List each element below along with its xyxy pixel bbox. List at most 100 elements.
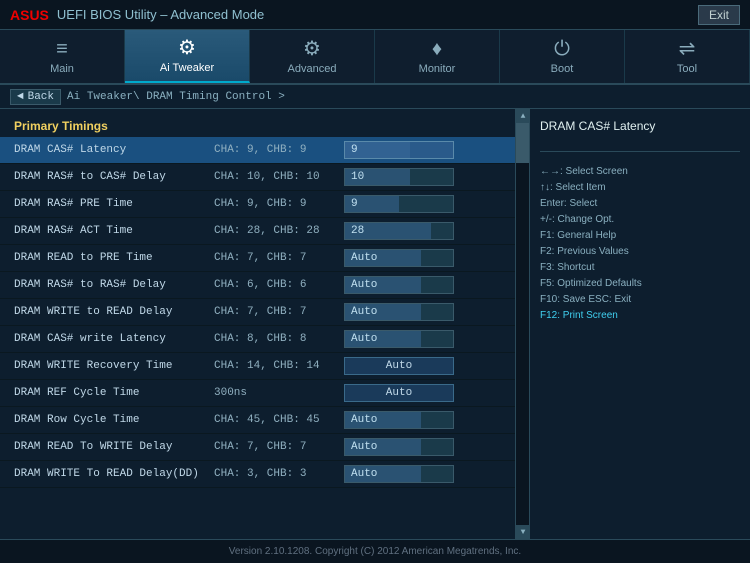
timing-cha: CHA: 3, CHB: 3	[214, 468, 344, 480]
scroll-thumb[interactable]	[516, 123, 529, 163]
table-row[interactable]: DRAM WRITE Recovery Time CHA: 14, CHB: 1…	[0, 353, 529, 380]
header-logo: ASUS UEFI BIOS Utility – Advanced Mode	[10, 7, 264, 23]
nav-tab-ai-tweaker[interactable]: ⚙ Ai Tweaker	[125, 30, 250, 83]
value-button[interactable]: Auto	[344, 357, 454, 375]
header-title: UEFI BIOS Utility – Advanced Mode	[57, 7, 264, 22]
value-bar: Auto	[344, 411, 454, 429]
left-panel: Primary Timings DRAM CAS# Latency CHA: 9…	[0, 109, 530, 539]
table-row[interactable]: DRAM READ to PRE Time CHA: 7, CHB: 7 Aut…	[0, 245, 529, 272]
scrollbar[interactable]: ▲ ▼	[515, 109, 529, 539]
nav-tab-label-ai-tweaker: Ai Tweaker	[160, 62, 214, 74]
timing-name: DRAM REF Cycle Time	[14, 387, 214, 399]
back-button[interactable]: ◄ Back	[10, 89, 61, 105]
timing-cha: CHA: 28, CHB: 28	[214, 225, 344, 237]
timing-cha: 300ns	[214, 387, 344, 399]
value-text: Auto	[351, 279, 377, 291]
table-row[interactable]: DRAM CAS# Latency CHA: 9, CHB: 9 9	[0, 137, 529, 164]
timing-name: DRAM CAS# write Latency	[14, 333, 214, 345]
help-item: F10: Save ESC: Exit	[540, 292, 740, 308]
nav-tab-main[interactable]: ≡ Main	[0, 30, 125, 83]
nav-tab-tool[interactable]: ⇌ Tool	[625, 30, 750, 83]
back-label: Back	[28, 91, 54, 103]
timing-name: DRAM RAS# ACT Time	[14, 225, 214, 237]
footer: Version 2.10.1208. Copyright (C) 2012 Am…	[0, 539, 750, 563]
nav-tab-advanced[interactable]: ⚙ Advanced	[250, 30, 375, 83]
value-text: 28	[351, 225, 364, 237]
scroll-track	[516, 123, 529, 525]
asus-logo: ASUS	[10, 7, 49, 23]
header: ASUS UEFI BIOS Utility – Advanced Mode E…	[0, 0, 750, 30]
value-bar: Auto	[344, 465, 454, 483]
value-text: 10	[351, 171, 364, 183]
section-header: Primary Timings	[0, 115, 529, 137]
nav-tab-icon-main: ≡	[56, 39, 68, 59]
timing-value: 9	[344, 195, 515, 213]
timing-value: Auto	[344, 330, 515, 348]
value-text: 9	[351, 144, 358, 156]
value-text: Auto	[351, 468, 377, 480]
value-bar: Auto	[344, 249, 454, 267]
value-button[interactable]: Auto	[344, 384, 454, 402]
nav-tab-label-advanced: Advanced	[288, 63, 337, 75]
table-row[interactable]: DRAM RAS# to CAS# Delay CHA: 10, CHB: 10…	[0, 164, 529, 191]
nav-tab-icon-tool: ⇌	[679, 39, 696, 59]
exit-button[interactable]: Exit	[698, 5, 740, 25]
table-row[interactable]: DRAM WRITE to READ Delay CHA: 7, CHB: 7 …	[0, 299, 529, 326]
value-text: 9	[351, 198, 358, 210]
table-row[interactable]: DRAM RAS# ACT Time CHA: 28, CHB: 28 28	[0, 218, 529, 245]
left-panel-inner: Primary Timings DRAM CAS# Latency CHA: 9…	[0, 109, 529, 494]
nav-tab-icon-boot: ⏻	[554, 39, 570, 59]
help-item: F2: Previous Values	[540, 244, 740, 260]
value-bar: Auto	[344, 303, 454, 321]
timing-name: DRAM RAS# to RAS# Delay	[14, 279, 214, 291]
value-bar: 28	[344, 222, 454, 240]
help-item: ↑↓: Select Item	[540, 180, 740, 196]
value-text: Auto	[351, 441, 377, 453]
timing-rows: DRAM CAS# Latency CHA: 9, CHB: 9 9 DRAM …	[0, 137, 529, 488]
help-item: Enter: Select	[540, 196, 740, 212]
help-item: F3: Shortcut	[540, 260, 740, 276]
help-item: F1: General Help	[540, 228, 740, 244]
table-row[interactable]: DRAM RAS# PRE Time CHA: 9, CHB: 9 9	[0, 191, 529, 218]
timing-value: Auto	[344, 357, 515, 375]
timing-value: 10	[344, 168, 515, 186]
help-item: F12: Print Screen	[540, 308, 740, 324]
timing-name: DRAM RAS# PRE Time	[14, 198, 214, 210]
timing-cha: CHA: 9, CHB: 9	[214, 198, 344, 210]
nav-tab-label-monitor: Monitor	[419, 63, 456, 75]
timing-cha: CHA: 6, CHB: 6	[214, 279, 344, 291]
breadcrumb: ◄ Back Ai Tweaker\ DRAM Timing Control >	[0, 85, 750, 109]
timing-value: Auto	[344, 276, 515, 294]
nav-tab-boot[interactable]: ⏻ Boot	[500, 30, 625, 83]
table-row[interactable]: DRAM CAS# write Latency CHA: 8, CHB: 8 A…	[0, 326, 529, 353]
table-row[interactable]: DRAM REF Cycle Time 300ns Auto	[0, 380, 529, 407]
timing-cha: CHA: 14, CHB: 14	[214, 360, 344, 372]
value-text: Auto	[351, 252, 377, 264]
right-divider	[540, 151, 740, 152]
table-row[interactable]: DRAM RAS# to RAS# Delay CHA: 6, CHB: 6 A…	[0, 272, 529, 299]
timing-cha: CHA: 9, CHB: 9	[214, 144, 344, 156]
timing-value: Auto	[344, 249, 515, 267]
footer-text: Version 2.10.1208. Copyright (C) 2012 Am…	[229, 546, 521, 557]
timing-name: DRAM WRITE Recovery Time	[14, 360, 214, 372]
table-row[interactable]: DRAM Row Cycle Time CHA: 45, CHB: 45 Aut…	[0, 407, 529, 434]
main-content: Primary Timings DRAM CAS# Latency CHA: 9…	[0, 109, 750, 539]
nav-tab-label-main: Main	[50, 63, 74, 75]
timing-value: Auto	[344, 411, 515, 429]
nav-tabs: ≡ Main ⚙ Ai Tweaker ⚙ Advanced ♦ Monitor…	[0, 30, 750, 85]
timing-name: DRAM READ to PRE Time	[14, 252, 214, 264]
right-panel: DRAM CAS# Latency ←→: Select Screen↑↓: S…	[530, 109, 750, 539]
help-item: F5: Optimized Defaults	[540, 276, 740, 292]
timing-value: Auto	[344, 303, 515, 321]
timing-cha: CHA: 10, CHB: 10	[214, 171, 344, 183]
value-bar: 9	[344, 195, 454, 213]
timing-cha: CHA: 7, CHB: 7	[214, 441, 344, 453]
back-arrow-icon: ◄	[17, 91, 24, 103]
scroll-down-arrow[interactable]: ▼	[516, 525, 530, 539]
value-text: Auto	[351, 414, 377, 426]
table-row[interactable]: DRAM READ To WRITE Delay CHA: 7, CHB: 7 …	[0, 434, 529, 461]
nav-tab-icon-advanced: ⚙	[303, 39, 321, 59]
nav-tab-monitor[interactable]: ♦ Monitor	[375, 30, 500, 83]
scroll-up-arrow[interactable]: ▲	[516, 109, 530, 123]
table-row[interactable]: DRAM WRITE To READ Delay(DD) CHA: 3, CHB…	[0, 461, 529, 488]
